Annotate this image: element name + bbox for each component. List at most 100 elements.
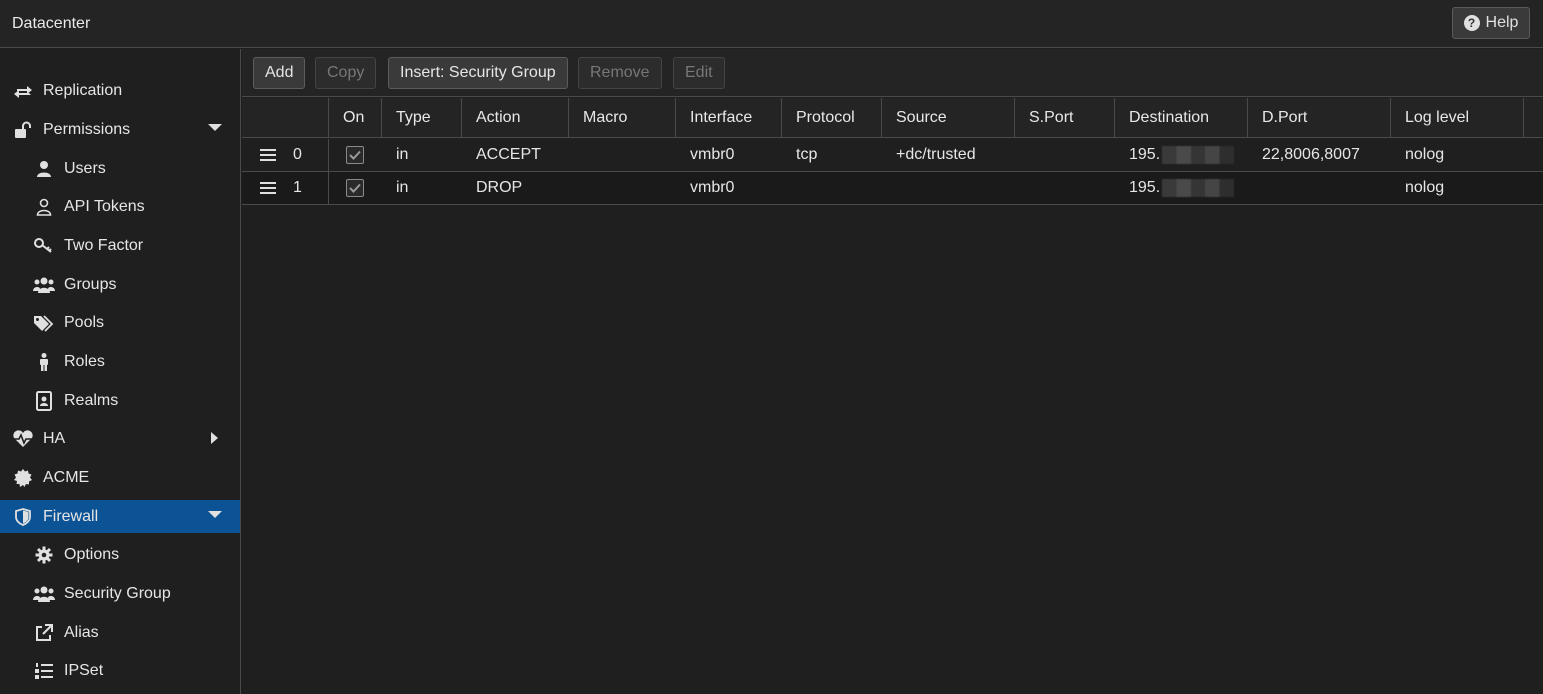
external-link-icon <box>33 623 55 643</box>
enabled-checkbox[interactable] <box>346 146 364 164</box>
grid-header: On Type Action Macro Interface Protocol … <box>242 98 1543 138</box>
destination-text: 195. <box>1129 179 1161 196</box>
column-header-destination[interactable]: Destination <box>1115 98 1248 138</box>
sidebar-item-users[interactable]: Users <box>0 152 240 185</box>
sidebar-item-label: IPSet <box>64 661 104 679</box>
sidebar-item-label: Security Group <box>64 584 171 602</box>
cell-sport <box>1015 172 1115 204</box>
cell-dport <box>1248 172 1391 204</box>
drag-handle-icon[interactable] <box>260 149 276 161</box>
sidebar-item-label: Roles <box>64 352 105 370</box>
male-icon <box>33 352 55 372</box>
sidebar-item-firewall[interactable]: Firewall <box>0 500 240 533</box>
redacted-block <box>1162 179 1235 197</box>
copy-button[interactable]: Copy <box>315 57 377 89</box>
sidebar-item-alias[interactable]: Alias <box>0 616 240 649</box>
sidebar-item-options[interactable]: Options <box>0 538 240 571</box>
cell-dport: 22,8006,8007 <box>1262 146 1360 163</box>
sidebar-item-label: Options <box>64 545 120 563</box>
main-panel: Add Copy Insert: Security Group Remove E… <box>242 49 1543 694</box>
unlock-icon <box>12 120 34 140</box>
cell-type: in <box>396 146 409 163</box>
sidebar-item-replication[interactable]: Replication <box>0 74 240 107</box>
cell-action: ACCEPT <box>476 146 541 163</box>
column-header-log-level[interactable]: Log level <box>1391 98 1524 138</box>
cell-destination: 195. <box>1115 139 1248 171</box>
help-button[interactable]: ? Help <box>1452 7 1530 39</box>
sidebar-item-roles[interactable]: Roles <box>0 345 240 378</box>
column-header-macro[interactable]: Macro <box>569 98 676 138</box>
address-book-icon <box>33 390 55 411</box>
key-icon <box>33 236 55 256</box>
sidebar-item-pools[interactable]: Pools <box>0 306 240 339</box>
remove-button[interactable]: Remove <box>578 57 662 89</box>
cell-type: in <box>396 179 409 196</box>
cell-source: +dc/trusted <box>896 146 976 163</box>
cell-interface: vmbr0 <box>690 179 735 196</box>
sidebar-item-security-group[interactable]: Security Group <box>0 577 240 610</box>
drag-handle-icon[interactable] <box>260 182 276 194</box>
column-header-source[interactable]: Source <box>882 98 1015 138</box>
users-icon <box>33 584 55 604</box>
heartbeat-icon <box>12 429 34 449</box>
sidebar-item-label: Users <box>64 159 106 177</box>
sidebar-item-groups[interactable]: Groups <box>0 268 240 301</box>
sidebar-item-label: Groups <box>64 275 117 293</box>
cell-interface: vmbr0 <box>690 146 735 163</box>
table-row[interactable]: 1 in DROP vmbr0 195. nolog <box>242 172 1543 205</box>
users-icon <box>33 275 55 295</box>
insert-security-group-button[interactable]: Insert: Security Group <box>388 57 568 89</box>
sidebar-item-label: ACME <box>43 468 90 486</box>
sidebar-item-label: Replication <box>43 81 123 99</box>
cell-macro <box>569 172 676 204</box>
chevron-down-icon[interactable] <box>208 511 222 518</box>
cell-action: DROP <box>476 179 523 196</box>
sidebar-item-ipset[interactable]: IPSet <box>0 654 240 687</box>
sidebar-item-permissions[interactable]: Permissions <box>0 113 240 146</box>
checkmark-icon <box>349 183 361 193</box>
column-header-handle <box>242 98 329 138</box>
column-header-action[interactable]: Action <box>462 98 569 138</box>
destination-text: 195. <box>1129 146 1161 163</box>
column-header-interface[interactable]: Interface <box>676 98 782 138</box>
cell-macro <box>569 139 676 171</box>
column-header-dport[interactable]: D.Port <box>1248 98 1391 138</box>
row-index: 1 <box>293 179 302 196</box>
edit-button[interactable]: Edit <box>673 57 725 89</box>
add-button[interactable]: Add <box>253 57 306 89</box>
column-header-type[interactable]: Type <box>382 98 462 138</box>
enabled-checkbox[interactable] <box>346 179 364 197</box>
certificate-icon <box>12 468 34 488</box>
user-icon <box>33 159 55 179</box>
sidebar-item-two-factor[interactable]: Two Factor <box>0 229 240 262</box>
sidebar-item-label: API Tokens <box>64 197 145 215</box>
column-header-on[interactable]: On <box>329 98 382 138</box>
column-header-sport[interactable]: S.Port <box>1015 98 1115 138</box>
sidebar-item-acme[interactable]: ACME <box>0 461 240 494</box>
chevron-down-icon[interactable] <box>208 124 222 131</box>
question-circle-icon: ? <box>1463 15 1480 31</box>
tags-icon <box>33 313 55 333</box>
header-bar: Datacenter ? Help <box>0 0 1543 48</box>
cell-protocol <box>782 172 882 204</box>
chevron-right-icon[interactable] <box>211 432 222 444</box>
sidebar-item-label: Pools <box>64 313 105 331</box>
shield-icon <box>12 507 34 527</box>
help-button-label: Help <box>1485 14 1519 31</box>
row-index: 0 <box>293 146 302 163</box>
column-header-overflow <box>1524 98 1543 138</box>
cell-source <box>882 172 1015 204</box>
column-header-protocol[interactable]: Protocol <box>782 98 882 138</box>
cell-protocol: tcp <box>796 146 818 163</box>
sidebar-item-api-tokens[interactable]: API Tokens <box>0 190 240 223</box>
user-outline-icon <box>33 197 55 217</box>
checkmark-icon <box>349 150 361 160</box>
sidebar: Replication Permissions Users API Tokens… <box>0 49 241 694</box>
cell-log-level: nolog <box>1405 146 1445 163</box>
sidebar-item-ha[interactable]: HA <box>0 422 240 455</box>
sidebar-item-realms[interactable]: Realms <box>0 384 240 417</box>
table-row[interactable]: 0 in ACCEPT vmbr0 tcp +dc/trusted 195. 2… <box>242 139 1543 172</box>
cell-log-level: nolog <box>1405 179 1445 196</box>
header-title: Datacenter <box>12 15 91 32</box>
cell-sport <box>1015 139 1115 171</box>
